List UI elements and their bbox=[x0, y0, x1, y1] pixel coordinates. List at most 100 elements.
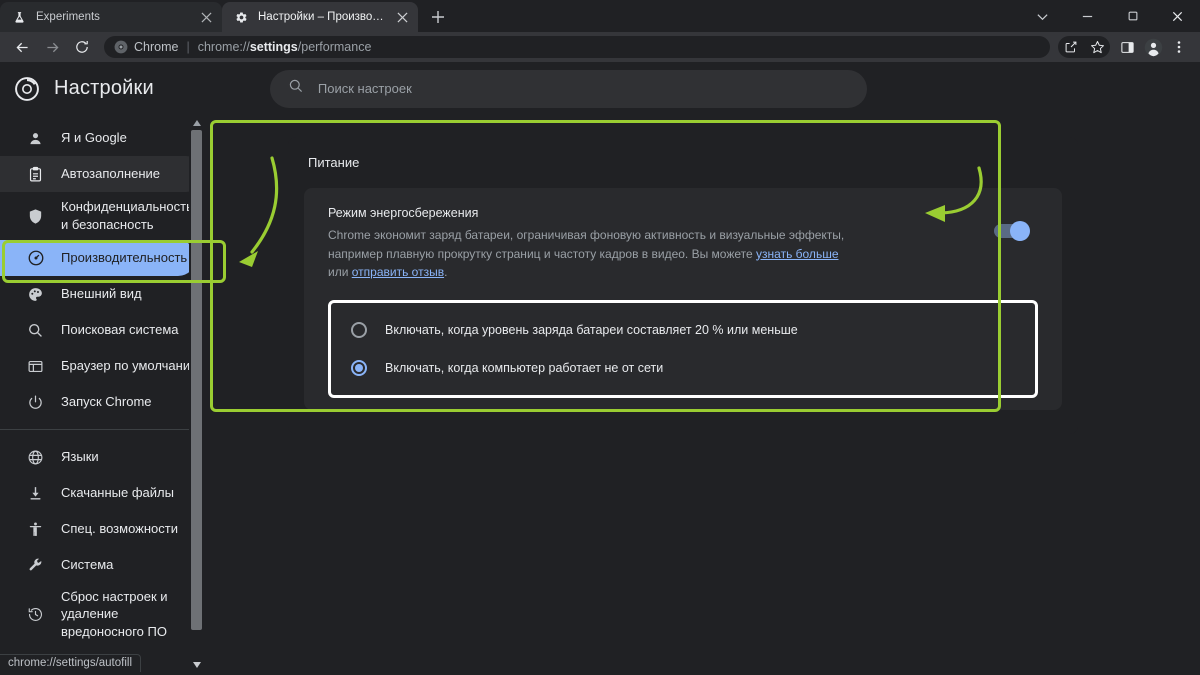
browser-tab-experiments[interactable]: Experiments bbox=[0, 2, 222, 32]
toggle-knob bbox=[1010, 221, 1030, 241]
scroll-down-arrow[interactable] bbox=[189, 657, 204, 672]
sidebar-item-label: Система bbox=[61, 557, 114, 573]
chrome-site-chip: Chrome bbox=[114, 40, 178, 54]
sidebar-item-label: Поисковая система bbox=[61, 322, 179, 338]
sidebar-item-label: Спец. возможности bbox=[61, 521, 178, 537]
section-title: Питание bbox=[308, 155, 360, 170]
sidebar-item-label: Скачанные файлы bbox=[61, 485, 174, 501]
sidebar-item-label: Внешний вид bbox=[61, 286, 142, 302]
desc-text-3: . bbox=[444, 265, 448, 280]
chrome-logo bbox=[14, 76, 40, 102]
scrollbar-track[interactable] bbox=[191, 130, 202, 657]
share-icon[interactable] bbox=[1058, 35, 1084, 59]
setting-description: Chrome экономит заряд батареи, ограничив… bbox=[328, 226, 858, 282]
gear-icon bbox=[234, 10, 249, 25]
maximize-button[interactable] bbox=[1110, 0, 1155, 32]
sidebar-item-reset-cleanup[interactable]: Сброс настроек и удаление вредоносного П… bbox=[0, 583, 204, 645]
sidebar-item-privacy-security[interactable]: Конфиденциальность и безопасность bbox=[0, 192, 204, 240]
browser-window-icon bbox=[26, 357, 45, 376]
settings-content: Питание Режим энергосбережения Chrome эк… bbox=[204, 115, 1200, 672]
close-button[interactable] bbox=[1155, 0, 1200, 32]
url-scheme: chrome:// bbox=[197, 40, 250, 54]
tab-title: Experiments bbox=[36, 11, 100, 23]
sidebar-item-appearance[interactable]: Внешний вид bbox=[0, 276, 204, 312]
scroll-up-arrow[interactable] bbox=[189, 115, 204, 130]
browser-tab-settings[interactable]: Настройки – Производительность bbox=[222, 2, 418, 32]
flask-icon bbox=[12, 10, 27, 25]
palette-icon bbox=[26, 285, 45, 304]
send-feedback-link[interactable]: отправить отзыв bbox=[352, 265, 444, 279]
search-icon bbox=[26, 321, 45, 340]
energy-saver-toggle[interactable] bbox=[994, 221, 1030, 241]
shield-icon bbox=[26, 207, 45, 226]
sidebar-item-label: Языки bbox=[61, 449, 99, 465]
close-icon[interactable] bbox=[198, 9, 214, 25]
sidebar-item-you-and-google[interactable]: Я и Google bbox=[0, 120, 204, 156]
download-icon bbox=[26, 484, 45, 503]
minimize-button[interactable] bbox=[1065, 0, 1110, 32]
accessibility-icon bbox=[26, 520, 45, 539]
chrome-logo-icon bbox=[114, 40, 128, 54]
settings-search-box[interactable]: Поиск настроек bbox=[269, 69, 867, 108]
sidebar-item-languages[interactable]: Языки bbox=[0, 439, 204, 475]
power-icon bbox=[26, 393, 45, 412]
sidebar-item-autofill[interactable]: Автозаполнение bbox=[0, 156, 204, 192]
url-host: settings bbox=[249, 40, 298, 54]
search-input[interactable]: Поиск настроек bbox=[318, 81, 412, 96]
sidebar-item-label: Сброс настроек и удаление вредоносного П… bbox=[61, 588, 168, 639]
sidebar-item-accessibility[interactable]: Спец. возможности bbox=[0, 511, 204, 547]
settings-body: Я и Google Автозаполнение Конфиденциальн… bbox=[0, 115, 1200, 672]
url-text: chrome://settings/performance bbox=[198, 40, 372, 54]
radio-option-battery-20[interactable]: Включать, когда уровень заряда батареи с… bbox=[331, 311, 1035, 349]
sidebar-item-label: Конфиденциальность и безопасность bbox=[61, 199, 193, 232]
toolbar-actions bbox=[1058, 35, 1192, 59]
sidebar-item-search-engine[interactable]: Поисковая система bbox=[0, 312, 204, 348]
energy-saver-setting: Режим энергосбережения Chrome экономит з… bbox=[304, 188, 1062, 410]
sidebar-item-performance[interactable]: Производительность bbox=[0, 240, 196, 276]
setting-title: Режим энергосбережения bbox=[328, 206, 479, 220]
restore-icon bbox=[26, 605, 45, 624]
settings-header: Настройки Поиск настроек bbox=[0, 62, 1200, 115]
address-bar[interactable]: Chrome | chrome://settings/performance bbox=[104, 36, 1050, 58]
profile-avatar[interactable] bbox=[1140, 35, 1166, 59]
radio-button[interactable] bbox=[351, 321, 367, 338]
back-arrow-icon[interactable] bbox=[8, 33, 36, 61]
omnibox-actions-pill bbox=[1058, 36, 1110, 58]
omnibox-divider: | bbox=[186, 40, 190, 54]
sidebar-item-label: Я и Google bbox=[61, 130, 127, 146]
new-tab-button[interactable] bbox=[424, 3, 452, 31]
energy-saver-radio-group: Включать, когда уровень заряда батареи с… bbox=[328, 299, 1038, 398]
side-panel-icon[interactable] bbox=[1114, 35, 1140, 59]
forward-arrow-icon[interactable] bbox=[38, 33, 66, 61]
sidebar-scrollbar[interactable] bbox=[189, 115, 204, 672]
site-chip-label: Chrome bbox=[134, 40, 179, 54]
sidebar-item-label: Браузер по умолчанию bbox=[61, 358, 200, 374]
scrollbar-thumb[interactable] bbox=[191, 130, 202, 630]
radio-label: Включать, когда компьютер работает не от… bbox=[385, 360, 664, 375]
chrome-menu-icon[interactable] bbox=[1166, 35, 1192, 59]
sidebar-item-startup[interactable]: Запуск Chrome bbox=[0, 384, 204, 420]
tab-strip: Experiments Настройки – Производительнос… bbox=[0, 0, 1200, 32]
radio-option-unplugged[interactable]: Включать, когда компьютер работает не от… bbox=[331, 349, 1035, 387]
tab-title: Настройки – Производительность bbox=[258, 11, 385, 23]
globe-icon bbox=[26, 448, 45, 467]
sidebar-item-system[interactable]: Система bbox=[0, 547, 204, 583]
power-section-card: Питание Режим энергосбережения Chrome эк… bbox=[288, 137, 1078, 434]
bookmark-star-icon[interactable] bbox=[1084, 35, 1110, 59]
url-path: /performance bbox=[297, 40, 372, 54]
sidebar-item-default-browser[interactable]: Браузер по умолчанию bbox=[0, 348, 204, 384]
settings-sidebar: Я и Google Автозаполнение Конфиденциальн… bbox=[0, 115, 204, 672]
speedometer-icon bbox=[26, 249, 45, 268]
close-icon[interactable] bbox=[394, 9, 410, 25]
radio-button-selected[interactable] bbox=[351, 359, 367, 376]
sidebar-item-label: Автозаполнение bbox=[61, 166, 161, 182]
sidebar-divider bbox=[0, 429, 204, 430]
learn-more-link[interactable]: узнать больше bbox=[756, 247, 838, 261]
sidebar-item-label: Производительность bbox=[61, 250, 188, 266]
energy-saver-toggle-wrap bbox=[994, 221, 1030, 241]
sidebar-item-label: Запуск Chrome bbox=[61, 394, 152, 410]
tab-search-button[interactable] bbox=[1020, 0, 1065, 32]
radio-label: Включать, когда уровень заряда батареи с… bbox=[385, 322, 798, 337]
reload-icon[interactable] bbox=[68, 33, 96, 61]
sidebar-item-downloads[interactable]: Скачанные файлы bbox=[0, 475, 204, 511]
